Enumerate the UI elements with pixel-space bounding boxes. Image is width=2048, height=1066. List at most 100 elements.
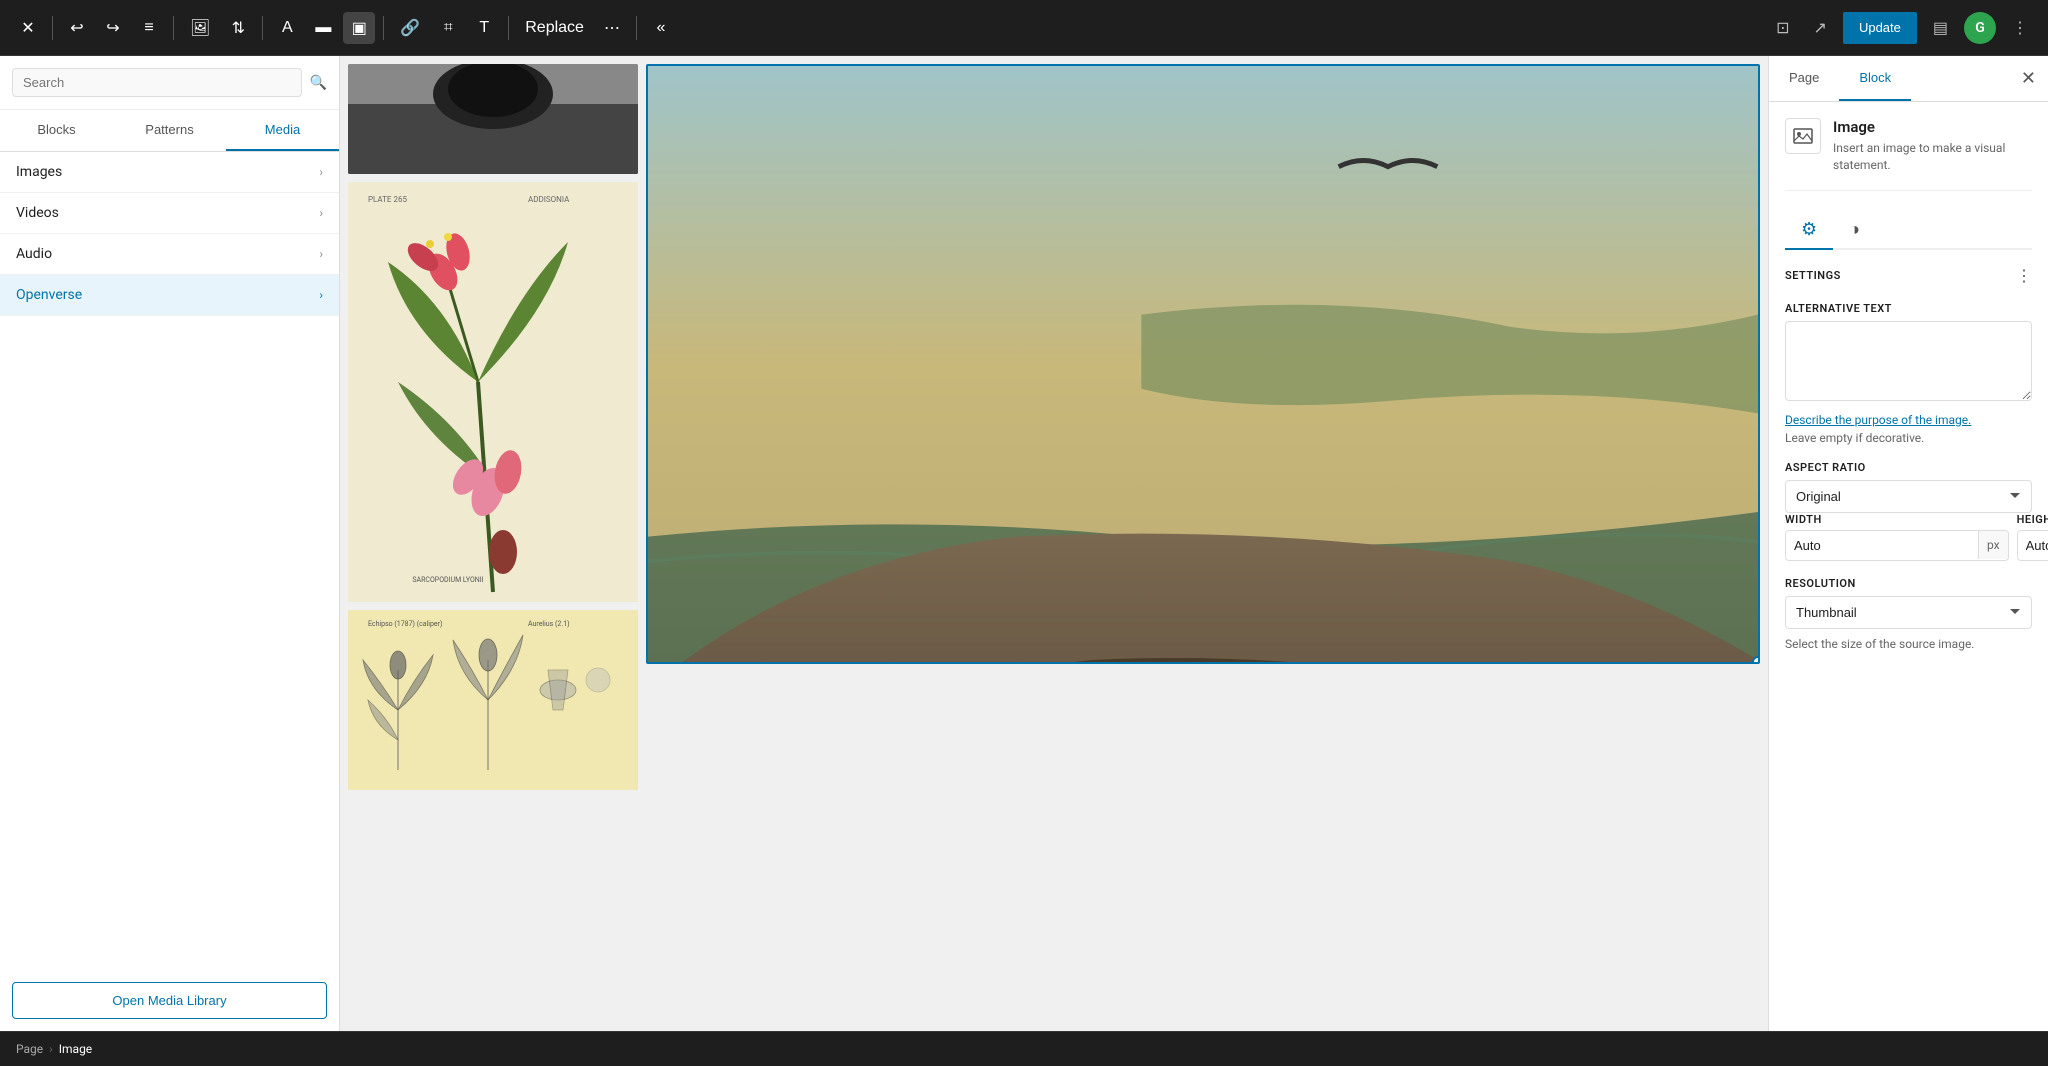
breadcrumb-current: Image: [59, 1042, 92, 1056]
settings-tab-settings[interactable]: ⚙: [1785, 211, 1833, 250]
tab-patterns[interactable]: Patterns: [113, 110, 226, 151]
svg-text:PLATE 265: PLATE 265: [368, 195, 407, 204]
crop-button[interactable]: ⌗: [432, 12, 464, 44]
toolbar: ✕ ↩ ↪ ≡ 🖼 ⇅ A ▬ ▣ 🔗 ⌗ T Replace ⋯ « ⊡ ↗ …: [0, 0, 2048, 56]
sidebar-item-openverse[interactable]: Openverse ›: [0, 275, 339, 316]
sidebar-item-openverse-label: Openverse: [16, 287, 82, 303]
tab-block[interactable]: Block: [1839, 56, 1911, 101]
replace-button[interactable]: Replace: [517, 12, 592, 44]
alt-text-link[interactable]: Describe the purpose of the image.: [1785, 413, 2032, 427]
right-sidebar-tabs: Page Block ✕: [1769, 56, 2048, 102]
breadcrumb-page[interactable]: Page: [16, 1042, 43, 1056]
sketch-svg: Echipso (1787) (caliper) Aurelius (2.1): [348, 610, 638, 790]
list-view-button[interactable]: ≡: [133, 12, 165, 44]
width-input[interactable]: [1786, 531, 1978, 560]
image-tool-button[interactable]: 🖼: [182, 12, 218, 44]
block-icon: [1785, 118, 1821, 154]
selected-block-button[interactable]: ▣: [343, 12, 375, 44]
width-input-wrap: px: [1785, 530, 2009, 561]
breadcrumb-separator: ›: [49, 1042, 53, 1056]
svg-text:Aurelius (2.1): Aurelius (2.1): [528, 620, 570, 628]
update-button[interactable]: Update: [1843, 12, 1917, 44]
toolbar-divider-5: [508, 16, 509, 40]
toolbar-right: ⊡ ↗ Update ▤ G ⋮: [1768, 12, 2036, 44]
sidebar-item-audio[interactable]: Audio ›: [0, 234, 339, 275]
width-field: WIDTH px: [1785, 513, 2009, 561]
collapse-button[interactable]: «: [645, 12, 677, 44]
toolbar-divider-4: [383, 16, 384, 40]
external-button[interactable]: ↗: [1806, 12, 1835, 44]
resolution-label: RESOLUTION: [1785, 577, 2032, 590]
sidebar-item-images-label: Images: [16, 164, 62, 180]
sidebar-nav: Images › Videos › Audio › Openverse ›: [0, 152, 339, 970]
search-icon-button[interactable]: 🔍: [310, 74, 327, 91]
block-text: Image Insert an image to make a visual s…: [1833, 118, 2032, 174]
arrows-button[interactable]: ⇅: [222, 12, 254, 44]
resolution-hint: Select the size of the source image.: [1785, 637, 2032, 651]
height-input[interactable]: [2018, 531, 2048, 560]
settings-section-header: Settings ⋮: [1785, 266, 2032, 286]
search-input[interactable]: [12, 68, 302, 97]
chevron-right-icon: ›: [319, 247, 323, 261]
text-color-button[interactable]: A: [271, 12, 303, 44]
toolbar-divider-1: [52, 16, 53, 40]
height-field: HEIGHT px: [2017, 513, 2048, 561]
svg-text:SARCOPODIUM LYONII: SARCOPODIUM LYONII: [412, 576, 483, 584]
canvas: PLATE 265 ADDISONIA: [340, 56, 1768, 1031]
resolution-select[interactable]: Thumbnail Medium Large Full Size: [1785, 596, 2032, 629]
sidebar-toggle-button[interactable]: ▤: [1925, 12, 1956, 44]
settings-tab-styles[interactable]: ◑: [1833, 211, 1876, 250]
text-tool-button[interactable]: T: [468, 12, 500, 44]
block-title: Image: [1833, 118, 2032, 136]
toolbar-divider-3: [262, 16, 263, 40]
chevron-right-icon: ›: [319, 165, 323, 179]
tab-page[interactable]: Page: [1769, 56, 1839, 101]
more-button[interactable]: ⋯: [596, 12, 628, 44]
dimensions-row: WIDTH px HEIGHT px: [1785, 513, 2032, 561]
botanical-image: PLATE 265 ADDISONIA: [348, 182, 638, 602]
block-description: Insert an image to make a visual stateme…: [1833, 140, 2032, 174]
redo-button[interactable]: ↪: [97, 12, 129, 44]
pelican-image[interactable]: 40: [646, 64, 1760, 664]
close-button[interactable]: ✕: [12, 12, 44, 44]
link-button[interactable]: 🔗: [392, 12, 428, 44]
chevron-right-icon-active: ›: [319, 288, 323, 302]
alt-text-input[interactable]: [1785, 321, 2032, 401]
toolbar-divider-2: [173, 16, 174, 40]
undo-button[interactable]: ↩: [61, 12, 93, 44]
sketch-image: Echipso (1787) (caliper) Aurelius (2.1): [348, 610, 638, 790]
aspect-ratio-select[interactable]: Original 1:1 4:3 16:9 3:2: [1785, 480, 2032, 513]
settings-section-title: Settings: [1785, 269, 1841, 282]
tab-blocks[interactable]: Blocks: [0, 110, 113, 151]
svg-text:Echipso (1787) (caliper): Echipso (1787) (caliper): [368, 620, 442, 628]
sidebar-item-videos[interactable]: Videos ›: [0, 193, 339, 234]
avatar[interactable]: G: [1964, 12, 1996, 44]
breadcrumb: Page › Image: [0, 1031, 2048, 1066]
search-bar: 🔍: [0, 56, 339, 110]
close-sidebar-button[interactable]: ✕: [2009, 60, 2048, 97]
toolbar-divider-6: [636, 16, 637, 40]
sidebar-item-audio-label: Audio: [16, 246, 52, 262]
width-label: WIDTH: [1785, 513, 2009, 526]
resize-handle[interactable]: [1752, 656, 1760, 664]
sidebar-tabs: Blocks Patterns Media: [0, 110, 339, 152]
align-button[interactable]: ▬: [307, 12, 339, 44]
sidebar-item-images[interactable]: Images ›: [0, 152, 339, 193]
botanical-svg: PLATE 265 ADDISONIA: [348, 182, 638, 602]
left-thumbnails-column: PLATE 265 ADDISONIA: [348, 64, 638, 1023]
settings-icon-tabs: ⚙ ◑: [1785, 211, 2032, 250]
right-sidebar-content: Image Insert an image to make a visual s…: [1769, 102, 2048, 1031]
tab-media[interactable]: Media: [226, 110, 339, 151]
dark-top-image: [348, 64, 638, 174]
main-layout: 🔍 Blocks Patterns Media Images › Videos …: [0, 56, 2048, 1031]
left-sidebar: 🔍 Blocks Patterns Media Images › Videos …: [0, 56, 340, 1031]
aspect-ratio-label: ASPECT RATIO: [1785, 461, 2032, 474]
view-button[interactable]: ⊡: [1768, 12, 1797, 44]
block-info: Image Insert an image to make a visual s…: [1785, 118, 2032, 191]
open-media-library-button[interactable]: Open Media Library: [12, 982, 327, 1019]
more-options-button[interactable]: ⋮: [2004, 12, 2036, 44]
height-label: HEIGHT: [2017, 513, 2048, 526]
alt-text-label: ALTERNATIVE TEXT: [1785, 302, 2032, 315]
alt-text-hint: Leave empty if decorative.: [1785, 431, 2032, 445]
settings-more-button[interactable]: ⋮: [2016, 266, 2032, 286]
